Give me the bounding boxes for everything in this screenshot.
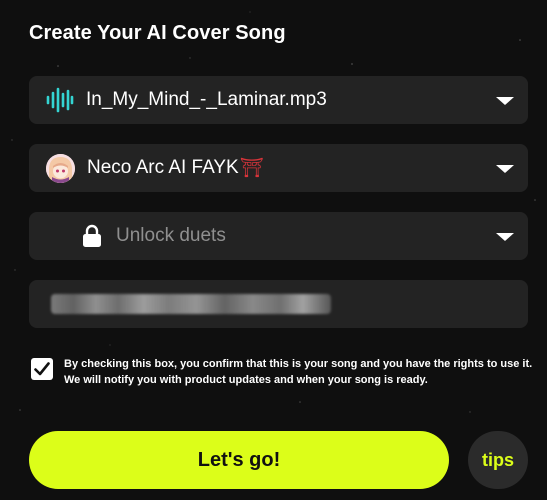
duet-select-placeholder: Unlock duets — [116, 225, 226, 246]
checkmark-icon — [34, 362, 50, 376]
song-select-value: In_My_Mind_-_Laminar.mp3 — [86, 89, 327, 110]
voice-select-value: Neco Arc AI FAYK — [87, 157, 239, 178]
voice-select[interactable]: Neco Arc AI FAYK ⛩ — [29, 144, 528, 192]
consent-text: By checking this box, you confirm that t… — [64, 358, 533, 386]
torii-gate-emoji: ⛩ — [239, 158, 264, 179]
consent-checkbox[interactable] — [31, 358, 53, 380]
page-title: Create Your AI Cover Song — [29, 22, 286, 44]
tips-button[interactable]: tips — [468, 431, 528, 489]
song-select[interactable]: In_My_Mind_-_Laminar.mp3 — [29, 76, 528, 124]
redacted-text — [51, 294, 331, 314]
chevron-down-icon — [496, 233, 514, 241]
duet-select[interactable]: Unlock duets — [29, 212, 528, 260]
avatar — [46, 153, 75, 183]
lets-go-button[interactable]: Let's go! — [29, 431, 449, 489]
chevron-down-icon — [496, 97, 514, 105]
text-input[interactable] — [29, 280, 528, 328]
waveform-icon — [46, 87, 74, 113]
lock-icon — [83, 224, 101, 247]
chevron-down-icon — [496, 165, 514, 173]
